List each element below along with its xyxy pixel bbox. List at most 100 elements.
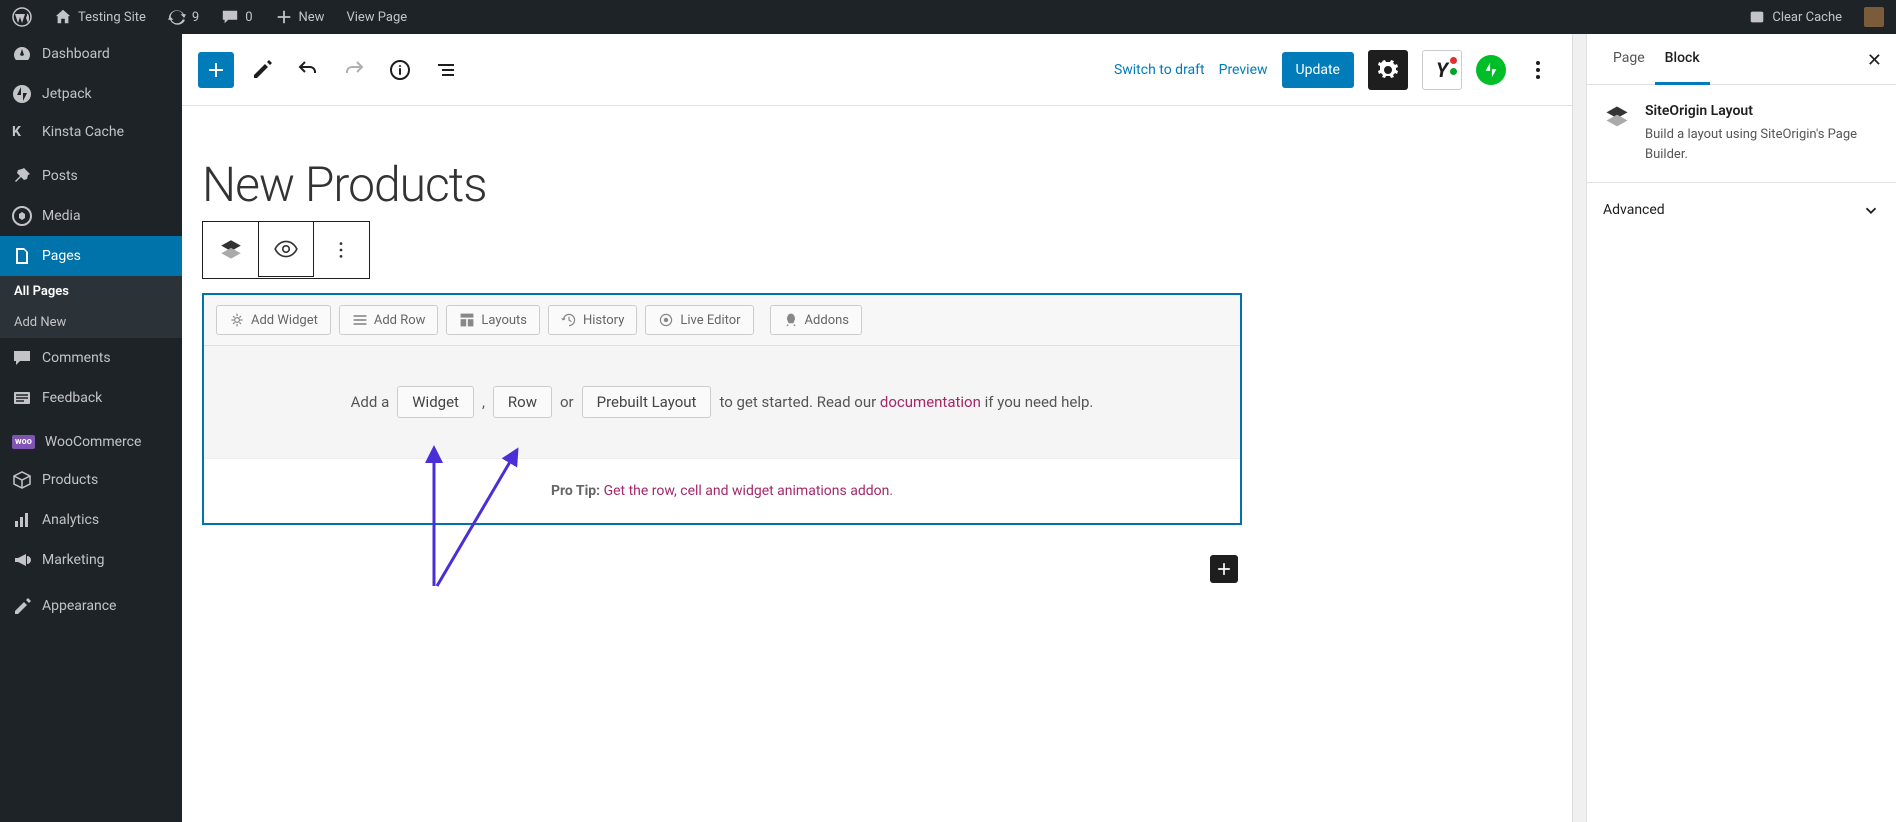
- wp-logo[interactable]: [8, 7, 36, 27]
- updates-count: 9: [192, 10, 199, 25]
- menu-media[interactable]: Media: [0, 196, 182, 236]
- pencil-icon: [250, 58, 274, 82]
- megaphone-icon: [12, 550, 32, 570]
- more-vertical-icon: [1526, 58, 1550, 82]
- close-settings-button[interactable]: ✕: [1867, 50, 1882, 71]
- live-editor-button[interactable]: Live Editor: [645, 305, 753, 335]
- comments-link[interactable]: 0: [217, 8, 256, 26]
- undo-icon: [296, 58, 320, 82]
- admin-bar-right: Clear Cache: [1744, 7, 1888, 27]
- block-toolbar: [202, 221, 370, 279]
- pin-icon: [12, 166, 32, 186]
- submenu-all-pages[interactable]: All Pages: [0, 276, 182, 307]
- menu-comments[interactable]: Comments: [0, 338, 182, 378]
- admin-bar-left: Testing Site 9 0 New View Page: [8, 7, 1744, 27]
- more-menu-button[interactable]: [1520, 52, 1556, 88]
- edit-mode-button[interactable]: [244, 52, 280, 88]
- editor: Switch to draft Preview Update Y: [182, 34, 1896, 822]
- menu-jetpack[interactable]: Jetpack: [0, 74, 182, 114]
- media-icon: [12, 206, 32, 226]
- preview-button[interactable]: Preview: [1219, 62, 1268, 78]
- add-block-inline-button[interactable]: [1210, 555, 1238, 583]
- layers-icon: [1603, 103, 1631, 164]
- welcome-prebuilt-button[interactable]: Prebuilt Layout: [582, 386, 712, 418]
- menu-marketing[interactable]: Marketing: [0, 540, 182, 580]
- view-page-link[interactable]: View Page: [342, 10, 411, 25]
- dashboard-icon: [12, 44, 32, 64]
- submenu-add-new[interactable]: Add New: [0, 307, 182, 338]
- site-name-link[interactable]: Testing Site: [50, 8, 150, 26]
- block-more-button[interactable]: [313, 222, 369, 278]
- history-button[interactable]: History: [548, 305, 637, 335]
- yoast-icon: Y: [1436, 58, 1448, 82]
- documentation-link[interactable]: documentation: [880, 393, 981, 411]
- plus-icon: [275, 8, 293, 26]
- menu-posts[interactable]: Posts: [0, 156, 182, 196]
- cache-icon: [1748, 8, 1766, 26]
- block-info-section: SiteOrigin Layout Build a layout using S…: [1587, 85, 1896, 183]
- kinsta-icon: K: [12, 124, 32, 140]
- jetpack-icon: [12, 84, 32, 104]
- welcome-widget-button[interactable]: Widget: [397, 386, 474, 418]
- advanced-accordion[interactable]: Advanced: [1587, 183, 1896, 237]
- tab-block[interactable]: Block: [1655, 34, 1710, 85]
- more-vertical-icon: [330, 239, 352, 261]
- admin-bar: Testing Site 9 0 New View Page Clear Cac…: [0, 0, 1896, 34]
- jetpack-button[interactable]: [1476, 55, 1506, 85]
- page-builder-welcome: Add a Widget , Row or Prebuilt Layout to…: [204, 346, 1240, 459]
- comments-count: 0: [245, 10, 252, 25]
- update-button[interactable]: Update: [1282, 52, 1354, 88]
- new-content-link[interactable]: New: [271, 8, 329, 26]
- undo-button[interactable]: [290, 52, 326, 88]
- menu-appearance[interactable]: Appearance: [0, 586, 182, 626]
- new-label: New: [299, 10, 325, 25]
- avatar: [1864, 7, 1884, 27]
- yoast-status-dots: [1450, 57, 1457, 75]
- scrollbar[interactable]: [1572, 34, 1586, 822]
- updates-link[interactable]: 9: [164, 8, 203, 26]
- editor-header: Switch to draft Preview Update Y: [182, 34, 1572, 106]
- redo-button[interactable]: [336, 52, 372, 88]
- rocket-icon: [783, 312, 799, 328]
- editor-canvas: New Products: [182, 106, 1572, 822]
- clear-cache-label: Clear Cache: [1772, 10, 1842, 25]
- settings-sidebar: Page Block ✕ SiteOrigin Layout Build a l…: [1586, 34, 1896, 822]
- tab-page[interactable]: Page: [1603, 34, 1655, 84]
- menu-dashboard[interactable]: Dashboard: [0, 34, 182, 74]
- addons-button[interactable]: Addons: [770, 305, 862, 335]
- layouts-button[interactable]: Layouts: [446, 305, 540, 335]
- comment-icon: [221, 8, 239, 26]
- menu-analytics[interactable]: Analytics: [0, 500, 182, 540]
- chevron-down-icon: [1862, 201, 1880, 219]
- welcome-row-button[interactable]: Row: [493, 386, 552, 418]
- add-block-button[interactable]: [198, 52, 234, 88]
- menu-products[interactable]: Products: [0, 460, 182, 500]
- switch-draft-button[interactable]: Switch to draft: [1114, 62, 1205, 78]
- feedback-icon: [12, 388, 32, 408]
- comments-icon: [12, 348, 32, 368]
- menu-pages[interactable]: Pages: [0, 236, 182, 276]
- redo-icon: [342, 58, 366, 82]
- add-widget-button[interactable]: Add Widget: [216, 305, 331, 335]
- block-type-button[interactable]: [203, 222, 259, 278]
- outline-button[interactable]: [428, 52, 464, 88]
- settings-toggle[interactable]: [1368, 50, 1408, 90]
- products-icon: [12, 470, 32, 490]
- gear-icon: [229, 312, 245, 328]
- add-row-button[interactable]: Add Row: [339, 305, 439, 335]
- refresh-icon: [168, 8, 186, 26]
- page-title[interactable]: New Products: [202, 156, 1242, 213]
- menu-kinsta[interactable]: K Kinsta Cache: [0, 114, 182, 150]
- settings-tabs: Page Block ✕: [1587, 34, 1896, 85]
- clear-cache-link[interactable]: Clear Cache: [1744, 8, 1846, 26]
- plus-icon: [1214, 559, 1234, 579]
- menu-woocommerce[interactable]: woo WooCommerce: [0, 424, 182, 460]
- page-builder-toolbar: Add Widget Add Row Layouts: [204, 295, 1240, 346]
- preview-mode-button[interactable]: [258, 221, 314, 277]
- menu-feedback[interactable]: Feedback: [0, 378, 182, 418]
- pro-tip-link[interactable]: Get the row, cell and widget animations …: [604, 483, 893, 499]
- user-menu[interactable]: [1860, 7, 1888, 27]
- info-button[interactable]: [382, 52, 418, 88]
- jetpack-icon: [1482, 61, 1500, 79]
- yoast-button[interactable]: Y: [1422, 50, 1462, 90]
